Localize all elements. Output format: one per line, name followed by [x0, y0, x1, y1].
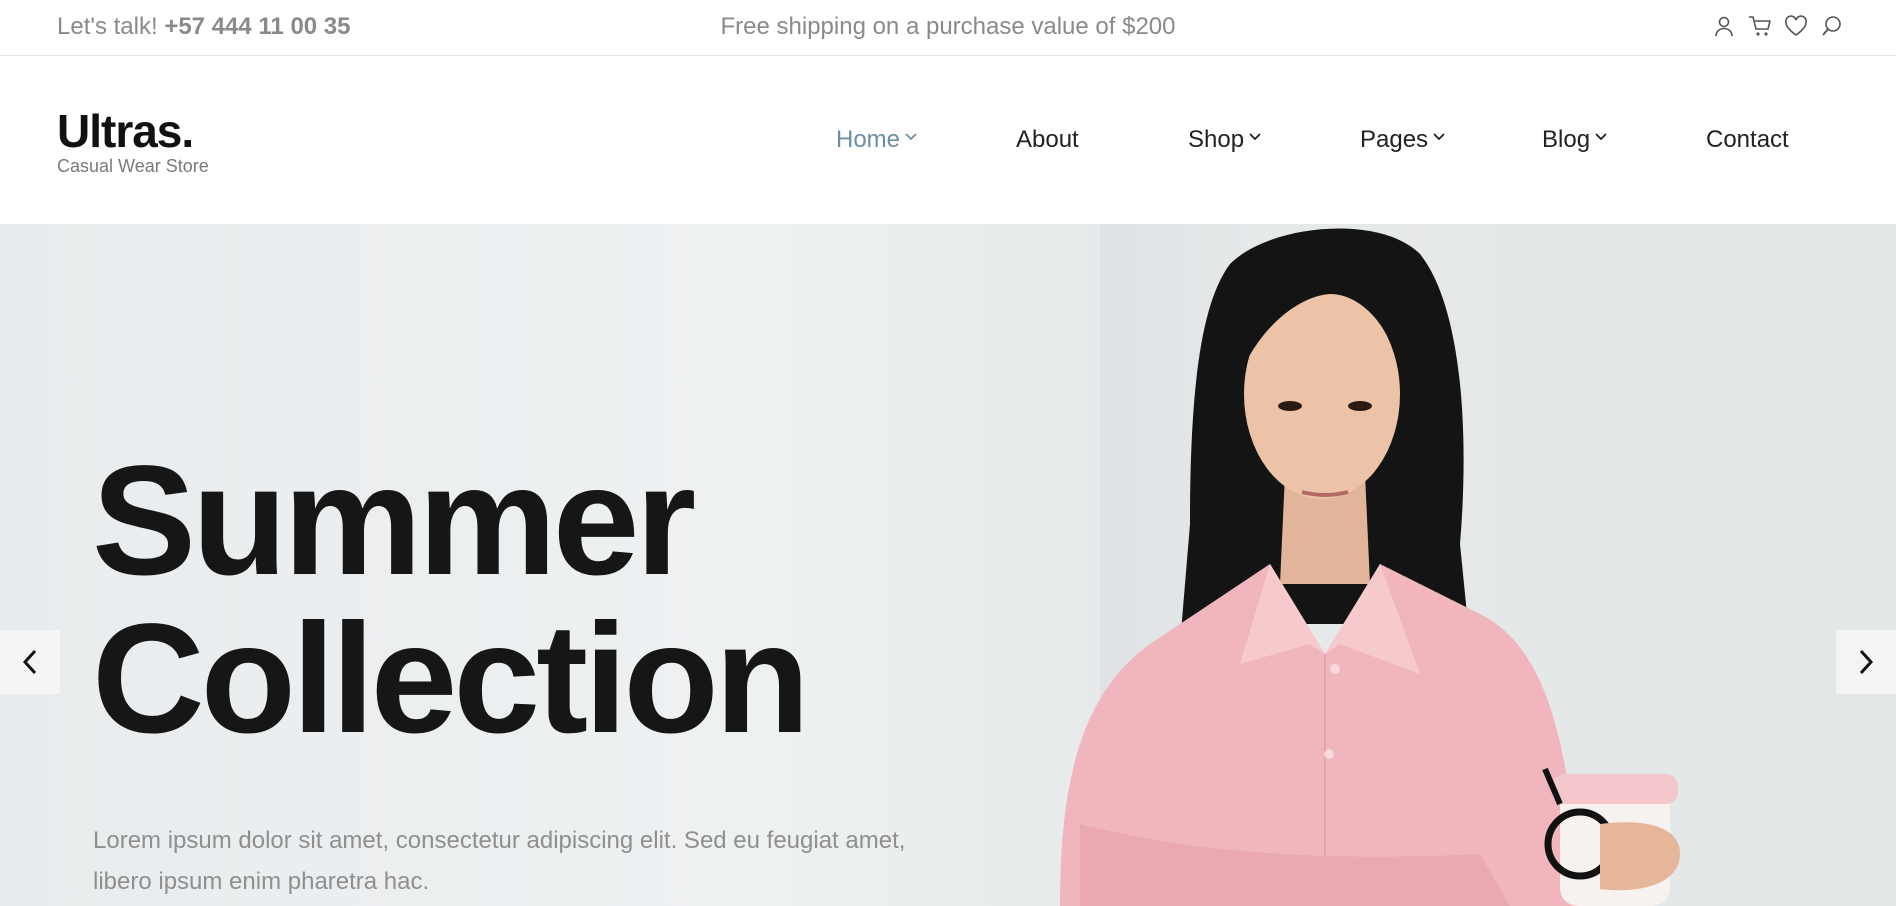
chevron-down-icon [1433, 133, 1445, 141]
nav-item-label: Pages [1360, 126, 1429, 153]
top-bar: Let's talk! +57 444 11 00 35 Free shippi… [0, 0, 1896, 56]
search-icon[interactable] [1820, 14, 1844, 38]
nav-item-pages[interactable]: Pages [1360, 126, 1446, 154]
hero-title: Summer Collection [92, 442, 810, 758]
nav-item-home[interactable]: Home [836, 126, 918, 154]
nav-item-label: About [1016, 126, 1079, 153]
chevron-left-icon [22, 649, 37, 675]
hero-description: Lorem ipsum dolor sit amet, consectetur … [93, 827, 906, 895]
cart-icon[interactable] [1748, 14, 1772, 38]
nav-item-shop[interactable]: Shop [1188, 126, 1262, 154]
nav-item-blog[interactable]: Blog [1542, 126, 1608, 154]
site-header: Ultras. Casual Wear Store Home About Sho… [0, 56, 1896, 224]
chevron-down-icon [1249, 133, 1261, 141]
nav-item-contact[interactable]: Contact [1706, 126, 1789, 154]
heart-icon[interactable] [1784, 14, 1808, 38]
nav-item-about[interactable]: About [1016, 126, 1079, 154]
chevron-right-icon [1859, 649, 1874, 675]
chevron-down-icon [1595, 133, 1607, 141]
chevron-down-icon [905, 133, 917, 141]
shipping-notice: Free shipping on a purchase value of $20… [720, 13, 1176, 40]
slider-prev-button[interactable] [0, 630, 60, 694]
nav-item-label: Blog [1542, 126, 1591, 153]
utility-icons [1712, 14, 1844, 38]
hero-title-line-2: Collection [92, 592, 810, 766]
user-icon[interactable] [1712, 14, 1736, 38]
nav-item-label: Shop [1188, 126, 1245, 153]
hero-slider: Summer Collection Lorem ipsum dolor sit … [0, 224, 1896, 906]
nav-item-label: Home [836, 126, 901, 153]
hero-model-image [1060, 228, 1680, 906]
hero-title-line-1: Summer [92, 434, 696, 608]
nav-item-label: Contact [1706, 126, 1789, 153]
main-nav: Home About Shop Pages Blog Contact [0, 126, 1896, 166]
slider-next-button[interactable] [1836, 630, 1896, 694]
